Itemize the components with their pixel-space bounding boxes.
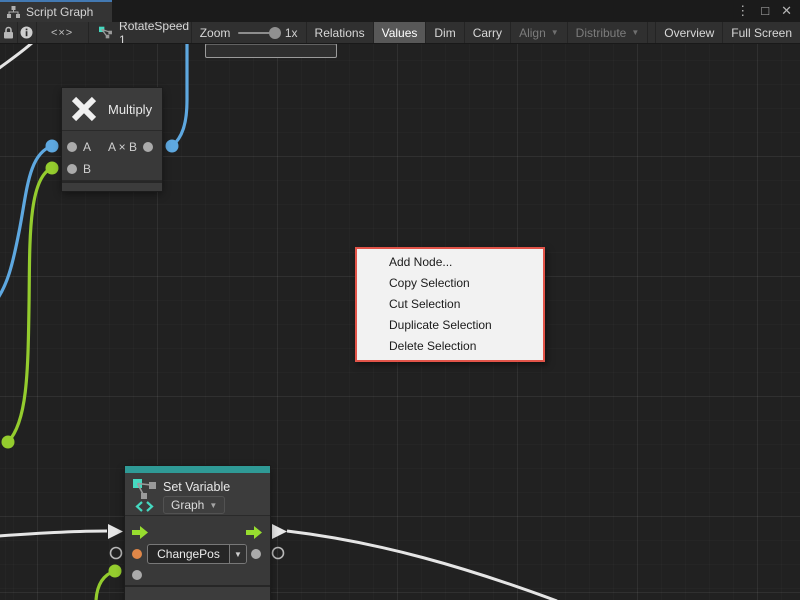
wire-endpoint-blue: [166, 140, 179, 153]
tab-bar: Script Graph ⋮ □ ✕: [0, 0, 800, 22]
set-variable-icon: [133, 477, 159, 513]
graph-canvas[interactable]: Multiply A A × B B: [0, 44, 800, 600]
exec-output-arrow-icon[interactable]: [246, 526, 263, 539]
port-output-result[interactable]: [143, 142, 153, 152]
port-input-b[interactable]: [67, 164, 77, 174]
info-button[interactable]: [18, 22, 36, 43]
more-menu-icon[interactable]: ⋮: [736, 0, 749, 22]
chevron-down-icon: ▼: [631, 28, 639, 37]
toolbar-button-dim[interactable]: Dim: [426, 22, 464, 43]
zoom-slider[interactable]: [238, 32, 276, 34]
wire-endpoint-green: [2, 436, 15, 449]
tab-title: Script Graph: [26, 5, 93, 19]
port-extra-input[interactable]: [132, 570, 142, 580]
wire-endpoint-green: [109, 565, 122, 578]
node-icon: [99, 26, 112, 39]
exec-wire-into-set-variable: [0, 531, 107, 536]
node-set-variable[interactable]: Set Variable Graph ▼ ChangePos ▼: [125, 466, 270, 600]
variable-scope-dropdown[interactable]: Graph ▼: [163, 496, 225, 514]
port-value-input[interactable]: [132, 549, 142, 559]
wire-endpoint-blue: [46, 140, 59, 153]
toolbar-button-carry[interactable]: Carry: [465, 22, 511, 43]
multiply-ports: A A × B B: [62, 130, 162, 181]
toolbar-button-distribute[interactable]: Distribute ▼: [568, 22, 649, 43]
multiply-icon: [71, 96, 97, 122]
value-wire-blue-result: [172, 44, 187, 146]
close-icon[interactable]: ✕: [781, 0, 792, 22]
value-wire-green-input: [8, 168, 52, 442]
tab-script-graph[interactable]: Script Graph: [0, 0, 112, 22]
graph-icon: [7, 6, 20, 18]
set-variable-header: Set Variable Graph ▼: [125, 473, 270, 515]
chevron-down-icon: ▼: [229, 545, 246, 563]
unconnected-port-circle[interactable]: [273, 548, 284, 559]
port-value-output[interactable]: [251, 549, 261, 559]
wire-endpoint-green: [46, 162, 59, 175]
value-wire-blue-input: [0, 146, 52, 298]
toolbar-button-values[interactable]: Values: [374, 22, 427, 43]
chevron-down-icon: ▼: [209, 501, 217, 510]
multiply-header: Multiply: [62, 88, 162, 130]
port-label-a: A: [83, 140, 91, 154]
exec-wire-top-left: [0, 44, 33, 69]
node-multiply[interactable]: Multiply A A × B B: [62, 88, 162, 191]
graph-reference[interactable]: RotateSpeed 1: [89, 22, 192, 43]
port-input-a[interactable]: [67, 142, 77, 152]
node-title: Set Variable: [163, 480, 230, 494]
port-label-b: B: [83, 162, 91, 176]
exec-wire-out-of-set-variable: [287, 531, 557, 600]
port-label-result: A × B: [108, 140, 137, 154]
set-variable-ports: ChangePos ▼: [125, 515, 270, 585]
multiply-footer: [62, 181, 162, 191]
zoom-value: 1x: [285, 26, 298, 40]
window-controls: ⋮ □ ✕: [736, 0, 792, 22]
unconnected-port-circle[interactable]: [111, 548, 122, 559]
toolbar-button-overview[interactable]: Overview: [655, 22, 723, 43]
menu-item-delete-selection[interactable]: Delete Selection: [357, 336, 543, 357]
lock-button[interactable]: [0, 22, 18, 43]
variable-name-dropdown[interactable]: ChangePos ▼: [147, 544, 247, 564]
graph-reference-label: RotateSpeed 1: [119, 22, 191, 44]
code-icon: <×>: [51, 27, 73, 39]
menu-item-add-node[interactable]: Add Node...: [357, 252, 543, 273]
toolbar-button-align[interactable]: Align ▼: [511, 22, 568, 43]
toolbar-button-relations[interactable]: Relations: [307, 22, 374, 43]
exec-arrow-out: [272, 524, 287, 539]
code-view-button[interactable]: <×>: [37, 22, 89, 43]
lock-icon: [3, 26, 14, 39]
variable-accent-strip: [125, 466, 270, 473]
exec-input-arrow-icon[interactable]: [132, 526, 149, 539]
menu-item-cut-selection[interactable]: Cut Selection: [357, 294, 543, 315]
zoom-label: Zoom: [200, 26, 231, 40]
node-title: Multiply: [108, 102, 152, 117]
set-variable-footer: [125, 585, 270, 600]
zoom-control: Zoom 1x: [192, 22, 307, 43]
script-graph-window: Script Graph ⋮ □ ✕ <×>: [0, 0, 800, 600]
zoom-slider-handle[interactable]: [269, 27, 281, 39]
maximize-icon[interactable]: □: [761, 0, 769, 22]
chevron-down-icon: ▼: [551, 28, 559, 37]
graph-toolbar: <×> RotateSpeed 1 Zoom 1x Relations Valu…: [0, 22, 800, 44]
floating-input-box[interactable]: [205, 44, 337, 58]
menu-item-duplicate-selection[interactable]: Duplicate Selection: [357, 315, 543, 336]
menu-item-copy-selection[interactable]: Copy Selection: [357, 273, 543, 294]
toolbar-button-full-screen[interactable]: Full Screen: [723, 22, 800, 43]
exec-arrow-in: [108, 524, 123, 539]
context-menu: Add Node... Copy Selection Cut Selection…: [355, 247, 545, 362]
info-icon: [20, 26, 33, 39]
